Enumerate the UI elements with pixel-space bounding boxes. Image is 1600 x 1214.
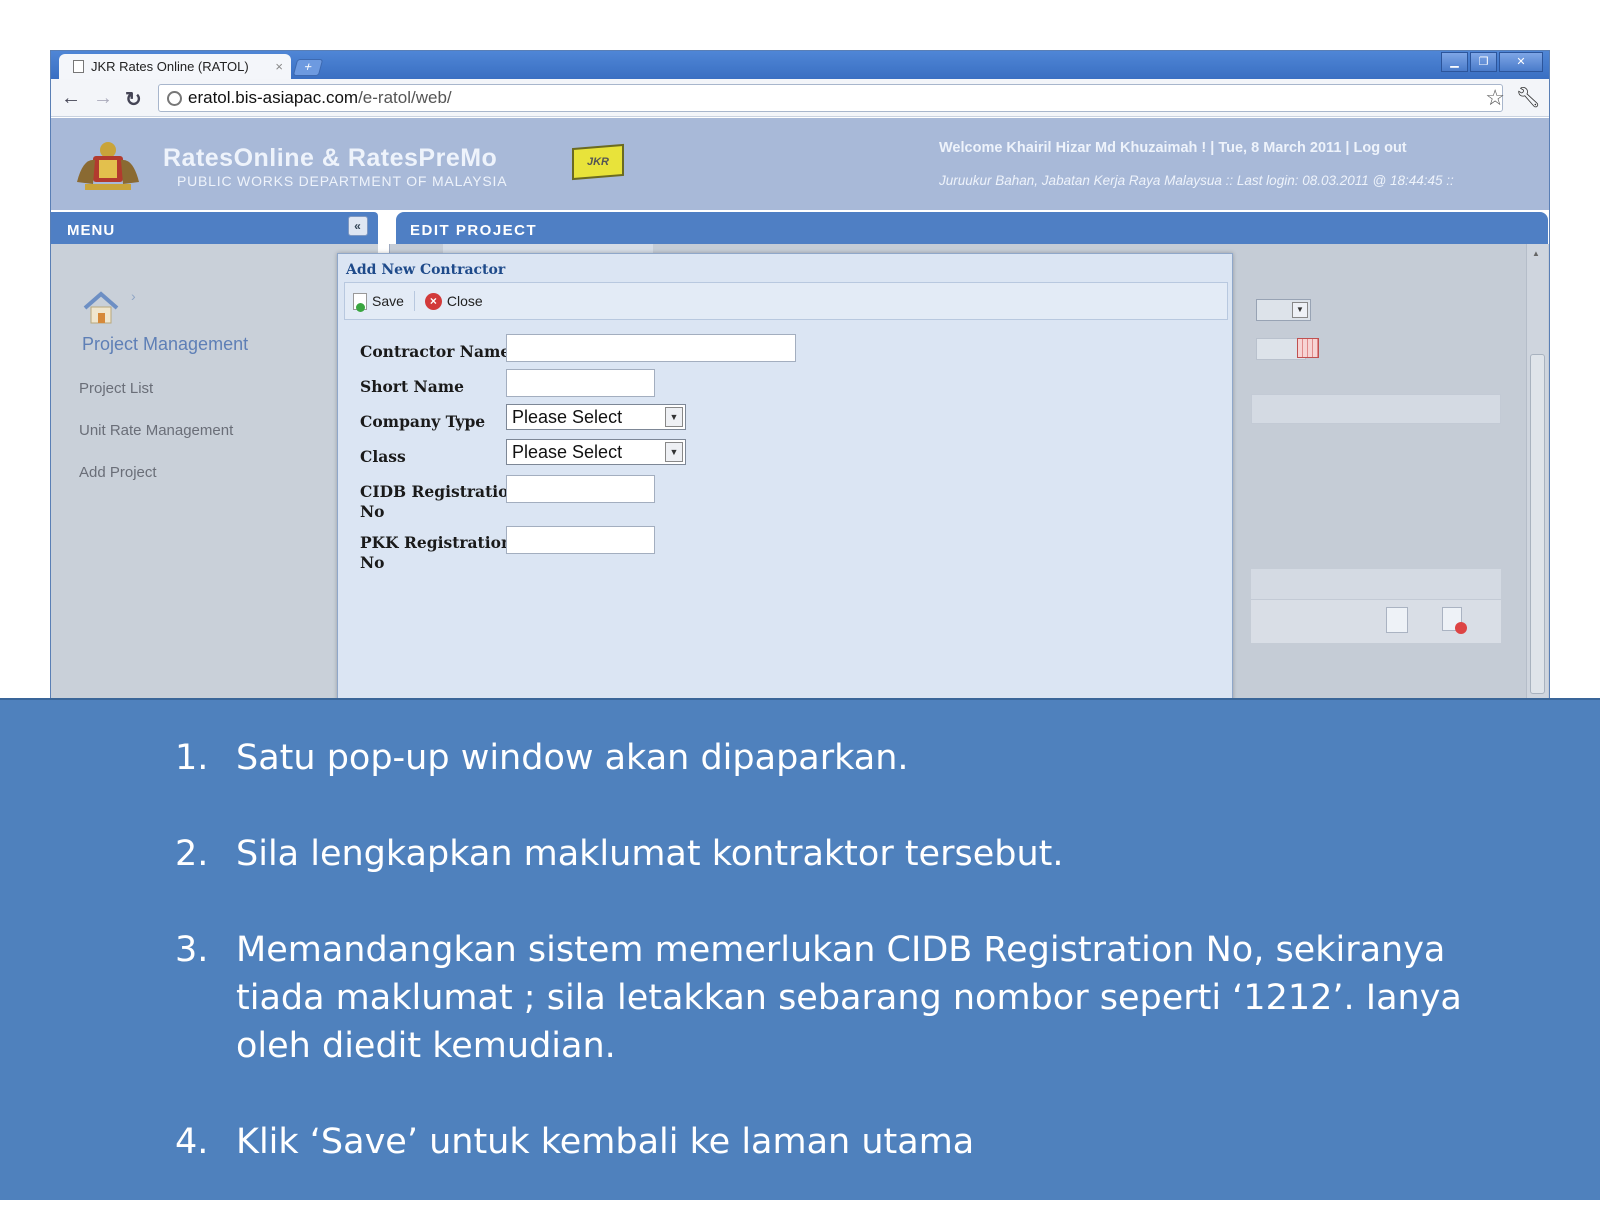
url-host: eratol.bis-asiapac.com	[188, 88, 359, 107]
menu-item-add-project[interactable]: Add Project	[79, 464, 157, 481]
save-button[interactable]: Save	[353, 292, 404, 312]
welcome-bar[interactable]: Welcome Khairil Hizar Md Khuzaimah ! | T…	[939, 140, 1407, 156]
pkk-label-line2: No	[360, 553, 385, 572]
dialog-toolbar: Save × Close	[344, 282, 1228, 320]
app-subtitle: PUBLIC WORKS DEPARTMENT OF MALAYSIA	[177, 173, 508, 189]
cidb-label-line1: CIDB Registration	[360, 482, 520, 501]
window-controls: ▁ ❐ ✕	[1439, 52, 1543, 72]
globe-icon	[167, 90, 182, 106]
dropdown-arrow-icon[interactable]: ▼	[665, 442, 683, 462]
page-icon	[73, 60, 84, 73]
instruction-text: Satu pop-up window akan dipaparkan.	[236, 738, 909, 778]
section-title: Project Management	[82, 334, 249, 354]
browser-tab[interactable]: JKR Rates Online (RATOL) ×	[59, 54, 291, 79]
tab-title: JKR Rates Online (RATOL)	[91, 59, 249, 74]
new-tab-button[interactable]: +	[292, 59, 324, 76]
class-value: Please Select	[512, 442, 623, 462]
menu-item-unit-rate-management[interactable]: Unit Rate Management	[79, 422, 233, 439]
address-row: ← → ↻ eratol.bis-asiapac.com/e-ratol/web…	[51, 79, 1549, 117]
contractor-form: Contractor Name Short Name Company Type …	[344, 320, 1228, 699]
instruction-number: 4.	[175, 1122, 209, 1162]
breadcrumb-chevron-icon: ›	[131, 288, 136, 304]
class-label: Class	[360, 447, 406, 466]
jkr-logo-text: JKR	[587, 156, 609, 168]
last-login-info: Juruukur Bahan, Jabatan Kerja Raya Malay…	[939, 173, 1454, 188]
collapse-menu-button[interactable]: «	[348, 216, 368, 236]
instruction-number: 2.	[175, 834, 209, 874]
menu-item-project-list[interactable]: Project List	[79, 380, 153, 397]
background-grid-row	[1251, 599, 1501, 643]
instruction-list: 1. Satu pop-up window akan dipaparkan. 2…	[175, 734, 1475, 1214]
pkk-registration-label: PKK Registration No	[360, 533, 512, 573]
jkr-logo: JKR	[572, 143, 624, 181]
menu-title: MENU	[67, 222, 116, 239]
background-select[interactable]: ▼	[1256, 299, 1311, 321]
url-path: /e-ratol/web/	[358, 88, 452, 107]
malaysia-crest-icon	[77, 142, 139, 190]
app-header: RatesOnline & RatesPreMo PUBLIC WORKS DE…	[51, 118, 1549, 210]
calendar-icon[interactable]	[1297, 338, 1319, 358]
background-grid-header	[1251, 569, 1501, 599]
window-close-button[interactable]: ✕	[1499, 52, 1543, 72]
save-icon	[353, 292, 367, 312]
dropdown-arrow-icon[interactable]: ▼	[665, 407, 683, 427]
browser-window: JKR Rates Online (RATOL) × + ▁ ❐ ✕ ← → ↻…	[50, 50, 1550, 700]
instruction-item: 3. Memandangkan sistem memerlukan CIDB R…	[175, 926, 1475, 1070]
company-type-label: Company Type	[360, 412, 486, 431]
tab-bar: JKR Rates Online (RATOL) × + ▁ ❐ ✕	[51, 51, 1549, 79]
pkk-label-line1: PKK Registration	[360, 533, 513, 552]
close-icon: ×	[424, 292, 442, 310]
contractor-name-input[interactable]	[506, 334, 796, 362]
wrench-icon[interactable]: 🔧︎	[1516, 85, 1541, 110]
scroll-thumb[interactable]	[1530, 354, 1545, 694]
instruction-number: 1.	[175, 738, 209, 778]
instruction-panel: 1. Satu pop-up window akan dipaparkan. 2…	[0, 698, 1600, 1200]
back-icon[interactable]: ←	[61, 87, 81, 110]
scroll-up-icon[interactable]: ▲	[1532, 249, 1540, 258]
close-label: Close	[446, 293, 483, 309]
cidb-registration-input[interactable]	[506, 475, 655, 503]
class-select[interactable]: Please Select ▼	[506, 439, 686, 465]
app-title: RatesOnline & RatesPreMo	[163, 144, 498, 172]
instruction-text: Sila lengkapkan maklumat kontraktor ters…	[236, 834, 1064, 874]
instruction-number: 3.	[175, 930, 209, 970]
edit-project-header: EDIT PROJECT	[396, 212, 1548, 244]
cidb-label-line2: No	[360, 502, 385, 521]
instruction-item: 2. Sila lengkapkan maklumat kontraktor t…	[175, 830, 1475, 878]
tab-close-icon[interactable]: ×	[275, 59, 283, 74]
toolbar-separator	[413, 291, 415, 311]
cidb-registration-label: CIDB Registration No	[360, 482, 520, 522]
instruction-text: Memandangkan sistem memerlukan CIDB Regi…	[236, 930, 1462, 1066]
forward-icon[interactable]: →	[93, 87, 113, 110]
short-name-input[interactable]	[506, 369, 655, 397]
save-label: Save	[372, 293, 404, 309]
menu-panel: › Project Management Project List Unit R…	[51, 244, 378, 699]
dropdown-arrow-icon: ▼	[1292, 302, 1308, 318]
home-icon[interactable]	[81, 290, 121, 326]
company-type-value: Please Select	[512, 407, 623, 427]
address-bar[interactable]: eratol.bis-asiapac.com/e-ratol/web/	[158, 84, 1503, 112]
view-document-icon[interactable]	[1386, 607, 1408, 633]
restore-button[interactable]: ❐	[1470, 52, 1497, 72]
add-contractor-dialog: Add New Contractor Save × Close Contract…	[337, 253, 1233, 699]
scrollbar[interactable]: ▲	[1526, 244, 1548, 699]
reload-icon[interactable]: ↻	[125, 87, 142, 112]
instruction-text: Klik ‘Save’ untuk kembali ke laman utama	[236, 1122, 975, 1162]
background-section-bar	[1251, 394, 1501, 424]
instruction-item: 1. Satu pop-up window akan dipaparkan.	[175, 734, 1475, 782]
minimize-button[interactable]: ▁	[1441, 52, 1468, 72]
short-name-label: Short Name	[360, 377, 464, 396]
close-button[interactable]: × Close	[424, 292, 483, 310]
dialog-title: Add New Contractor	[346, 262, 506, 278]
delete-document-icon[interactable]	[1442, 607, 1467, 634]
contractor-name-label: Contractor Name	[360, 342, 511, 361]
company-type-select[interactable]: Please Select ▼	[506, 404, 686, 430]
pkk-registration-input[interactable]	[506, 526, 655, 554]
bookmark-star-icon[interactable]: ☆	[1485, 85, 1505, 111]
instruction-item: 4. Klik ‘Save’ untuk kembali ke laman ut…	[175, 1118, 1475, 1166]
menu-header: MENU «	[51, 212, 378, 244]
